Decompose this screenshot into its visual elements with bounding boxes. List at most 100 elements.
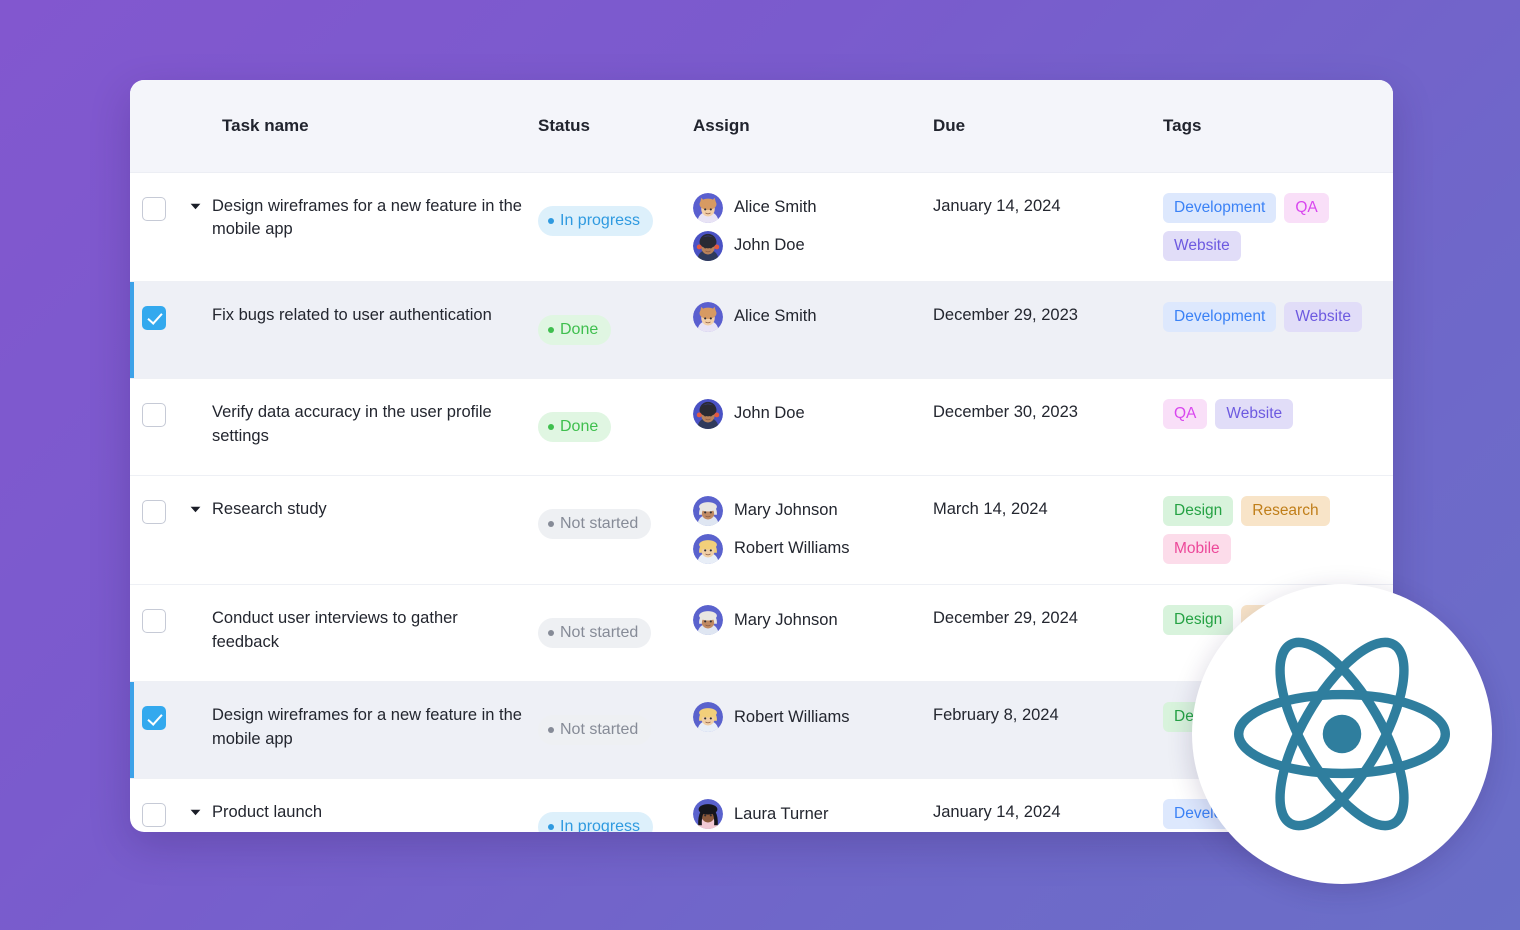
row-checkbox[interactable] (142, 305, 166, 330)
column-header-tags[interactable]: Tags (1163, 80, 1393, 173)
column-header-select (130, 80, 178, 173)
column-header-assign[interactable]: Assign (693, 80, 933, 173)
column-header-status-label: Status (538, 115, 590, 135)
tag-chip[interactable]: Development (1163, 192, 1277, 223)
expand-caret-icon[interactable] (190, 498, 212, 513)
task-name-cell: Design wireframes for a new feature in t… (178, 172, 538, 282)
status-badge[interactable]: Not started (538, 618, 652, 649)
task-name-cell: Fix bugs related to user authentication (178, 281, 538, 379)
assignee-name: John Doe (734, 236, 805, 254)
table-header: Task name Status Assign Due Tags (130, 80, 1393, 173)
column-header-status[interactable]: Status (538, 80, 693, 173)
assignee-name: Alice Smith (734, 307, 817, 326)
due-date-label[interactable]: December 30, 2023 (933, 403, 1078, 421)
task-name-label: Fix bugs related to user authentication (212, 305, 492, 324)
task-name-cell: Verify data accuracy in the user profile… (178, 378, 538, 476)
status-dot-icon (548, 520, 554, 527)
due-date-label[interactable]: March 14, 2024 (933, 500, 1048, 518)
status-dot-icon (548, 423, 554, 430)
column-header-task-name[interactable]: Task name (178, 80, 538, 173)
tag-chip[interactable]: QA (1163, 398, 1208, 429)
task-name-label: Design wireframes for a new feature in t… (212, 706, 522, 748)
due-date-label[interactable]: January 14, 2024 (933, 197, 1061, 215)
assignee-cell: Alice Smith John Doe (693, 172, 933, 282)
table-header-row: Task name Status Assign Due Tags (130, 80, 1393, 173)
expand-caret-icon[interactable] (190, 195, 212, 210)
assignee-name: Alice Smith (734, 198, 817, 216)
avatar (693, 799, 723, 830)
row-checkbox[interactable] (142, 402, 166, 427)
due-date-label[interactable]: January 14, 2024 (933, 803, 1061, 821)
column-header-due[interactable]: Due (933, 80, 1163, 173)
tag-chip[interactable]: Website (1215, 398, 1294, 429)
column-header-tags-label: Tags (1163, 115, 1202, 135)
tag-chip[interactable]: Website (1284, 301, 1363, 332)
tag-chip[interactable]: Research (1241, 495, 1330, 526)
avatar (693, 230, 723, 261)
avatar (693, 398, 723, 429)
row-checkbox[interactable] (142, 803, 166, 828)
expand-caret-icon[interactable] (190, 801, 212, 816)
status-badge[interactable]: Done (538, 314, 612, 345)
task-name-cell: Conduct user interviews to gather feedba… (178, 584, 538, 683)
assignee[interactable]: Mary Johnson (693, 605, 925, 636)
row-checkbox[interactable] (142, 706, 166, 731)
assignee-cell: Mary Johnson (693, 584, 933, 683)
tag-chip[interactable]: Mobile (1163, 533, 1231, 565)
column-header-assign-label: Assign (693, 115, 750, 135)
status-dot-icon (548, 727, 554, 734)
row-checkbox[interactable] (142, 499, 166, 524)
due-date-label[interactable]: December 29, 2023 (933, 306, 1078, 324)
status-badge[interactable]: In progress (538, 812, 654, 832)
assignee[interactable]: John Doe (693, 398, 925, 429)
assignee[interactable]: John Doe (693, 230, 925, 261)
react-logo-icon (1234, 637, 1450, 831)
status-badge[interactable]: Not started (538, 508, 652, 539)
status-dot-icon (548, 326, 554, 333)
assignee[interactable]: Robert Williams (693, 533, 925, 564)
assignee[interactable]: Alice Smith (693, 192, 925, 223)
row-select-cell (130, 172, 178, 282)
assignee-cell: Mary Johnson Robert Williams (693, 475, 933, 586)
row-select-cell (130, 378, 178, 476)
row-checkbox[interactable] (142, 196, 166, 221)
status-badge[interactable]: In progress (538, 205, 654, 236)
row-select-cell (130, 475, 178, 586)
assignee[interactable]: Laura Turner (693, 799, 925, 830)
table-row[interactable]: Verify data accuracy in the user profile… (130, 378, 1393, 476)
tag-chip[interactable]: Development (1163, 301, 1277, 332)
tags-cell: Development QA Website (1163, 172, 1393, 282)
assignee-cell: Alice Smith (693, 281, 933, 379)
due-date-label[interactable]: February 8, 2024 (933, 706, 1059, 724)
table-row[interactable]: Research study Not started Mary Johnson … (130, 475, 1393, 586)
tag-chip[interactable]: Design (1163, 495, 1234, 526)
status-dot-icon (548, 824, 554, 831)
table-row[interactable]: Fix bugs related to user authentication … (130, 281, 1393, 379)
table-row[interactable]: Conduct user interviews to gather feedba… (130, 584, 1393, 683)
status-label: Not started (560, 514, 639, 532)
tag-chip[interactable]: Design (1163, 605, 1234, 636)
tags-cell: QA Website (1163, 378, 1393, 476)
status-label: Done (560, 417, 599, 435)
assignee-name: John Doe (734, 404, 805, 423)
assignee[interactable]: Alice Smith (693, 301, 925, 332)
column-header-due-label: Due (933, 115, 966, 135)
due-date-label[interactable]: December 29, 2024 (933, 609, 1078, 627)
status-cell: In progress (538, 172, 693, 282)
due-date-cell: January 14, 2024 (933, 172, 1163, 282)
row-checkbox[interactable] (142, 609, 166, 634)
assignee-cell: John Doe (693, 378, 933, 476)
assignee[interactable]: Robert Williams (693, 702, 925, 733)
task-name-label: Research study (212, 499, 327, 518)
status-cell: In progress (538, 778, 693, 832)
assignee[interactable]: Mary Johnson (693, 495, 925, 526)
due-date-cell: February 8, 2024 (933, 681, 1163, 780)
tag-chip[interactable]: QA (1284, 192, 1329, 223)
tag-chip[interactable]: Website (1163, 230, 1241, 261)
status-badge[interactable]: Done (538, 411, 612, 442)
status-badge[interactable]: Not started (538, 715, 652, 746)
due-date-cell: March 14, 2024 (933, 475, 1163, 586)
status-dot-icon (548, 217, 554, 224)
assignee-name: Robert Williams (734, 707, 850, 726)
table-row[interactable]: Design wireframes for a new feature in t… (130, 172, 1393, 282)
